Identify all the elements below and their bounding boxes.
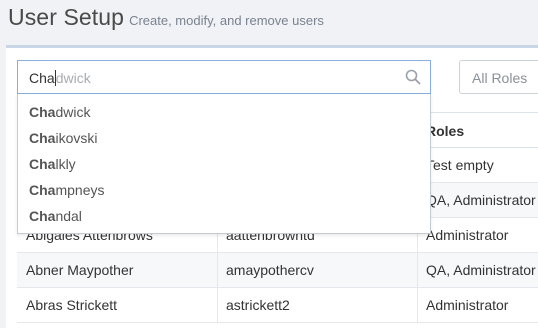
- cell-username: astrickett2: [226, 297, 290, 313]
- cell-name: Abner Maypother: [26, 262, 134, 278]
- autocomplete-dropdown: Chadwick Chaikovski Chalkly Champneys Ch…: [17, 94, 431, 234]
- search-input-text: Chadwick: [29, 70, 91, 86]
- autocomplete-option[interactable]: Chalkly: [29, 156, 76, 172]
- page-subtitle: Create, modify, and remove users: [129, 13, 324, 28]
- roles-filter-select[interactable]: All Roles: [459, 60, 538, 94]
- page-title: User Setup: [8, 4, 125, 30]
- cell-name: Abras Strickett: [26, 297, 118, 313]
- autocomplete-option[interactable]: Champneys: [29, 182, 104, 198]
- cell-roles: Administrator: [426, 297, 509, 313]
- cell-roles: QA, Administrator: [426, 262, 536, 278]
- cell-roles: Administrator: [426, 227, 509, 243]
- column-header-roles[interactable]: Roles: [426, 123, 464, 139]
- autocomplete-option[interactable]: Chadwick: [29, 104, 90, 120]
- search-autocomplete-hint: dwick: [55, 70, 91, 86]
- cell-roles: Test empty: [426, 157, 494, 173]
- autocomplete-option[interactable]: Chandal: [29, 208, 82, 224]
- roles-filter-value: All Roles: [472, 70, 528, 86]
- table-row[interactable]: Abner Maypother amaypothercv QA, Adminis…: [17, 253, 538, 288]
- search-typed-text: Cha: [29, 70, 55, 86]
- search-icon[interactable]: [405, 69, 421, 85]
- cell-roles: QA, Administrator: [426, 192, 536, 208]
- table-row[interactable]: Abras Strickett astrickett2 Administrato…: [17, 288, 538, 323]
- autocomplete-option[interactable]: Chaikovski: [29, 130, 97, 146]
- page-header: User Setup Create, modify, and remove us…: [8, 4, 324, 40]
- user-search-input[interactable]: Chadwick: [17, 60, 431, 94]
- cell-username: amaypothercv: [226, 262, 314, 278]
